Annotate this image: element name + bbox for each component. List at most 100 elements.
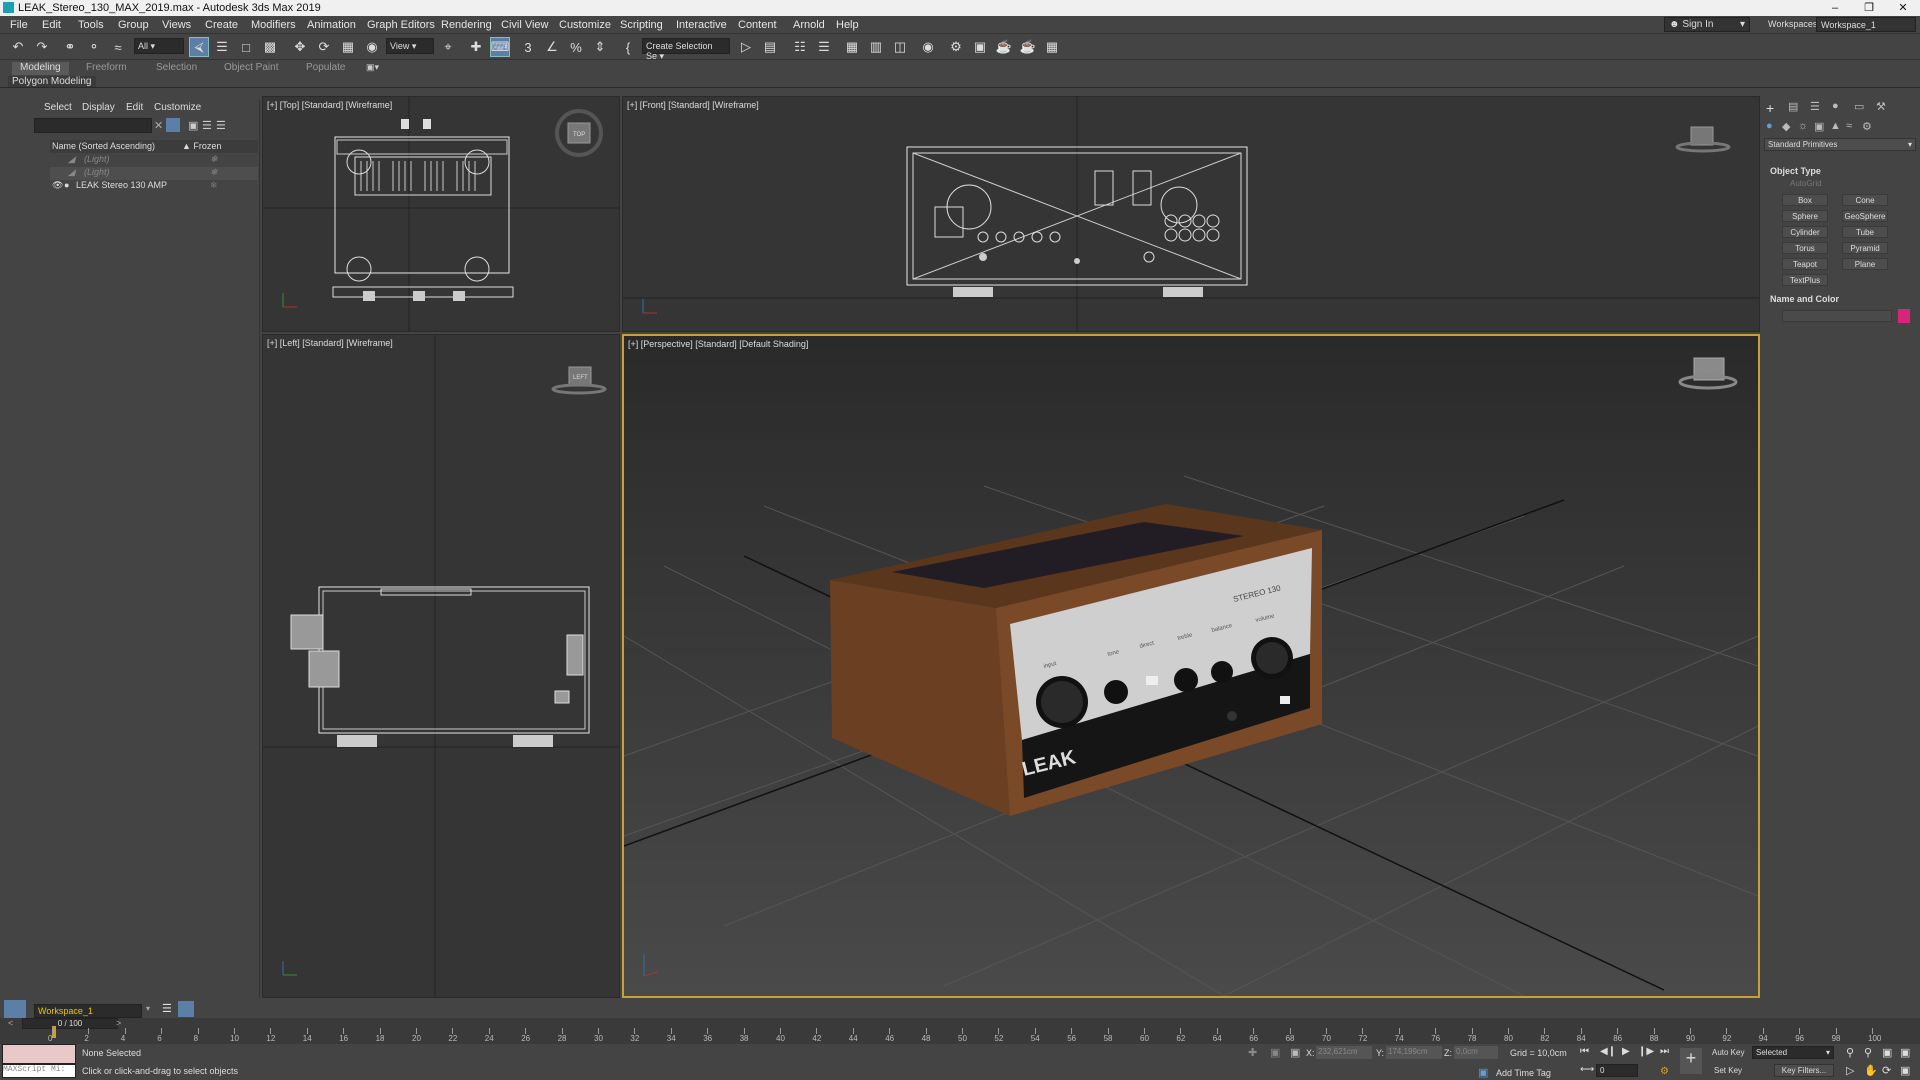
keyboard-shortcut-override-icon[interactable]: ⌨ <box>490 37 510 57</box>
link-icon[interactable]: ⚭ <box>60 37 80 57</box>
object-type-rollout[interactable]: Object Type <box>1770 166 1821 176</box>
undo-icon[interactable]: ↶ <box>8 37 28 57</box>
tube-button[interactable]: Tube <box>1842 226 1888 238</box>
pivot-center-icon[interactable]: ⌖ <box>438 37 458 57</box>
render-setup-icon[interactable]: ⚙ <box>946 37 966 57</box>
menu-civil-view[interactable]: Civil View <box>501 19 548 31</box>
viewport-perspective[interactable]: [+] [Perspective] [Standard] [Default Sh… <box>622 334 1760 998</box>
list-item[interactable]: ◢ (Light) ❄ <box>50 167 258 180</box>
frozen-icon[interactable]: ❄ <box>210 180 218 191</box>
geometry-category-icon[interactable]: ● <box>1766 120 1773 132</box>
key-filters-button[interactable]: Key Filters... <box>1774 1064 1834 1077</box>
time-configuration-icon[interactable]: ⚙ <box>1660 1066 1669 1077</box>
close-button[interactable]: ✕ <box>1886 0 1920 16</box>
menu-file[interactable]: File <box>10 19 28 31</box>
menu-rendering[interactable]: Rendering <box>441 19 492 31</box>
selection-lock-icon[interactable]: ▣ <box>1270 1046 1280 1059</box>
name-and-color-rollout[interactable]: Name and Color <box>1770 294 1839 304</box>
material-editor-icon[interactable]: ◉ <box>918 37 938 57</box>
spinner-snap-icon[interactable]: ⇕ <box>590 37 610 57</box>
set-key-mode-button[interactable]: Set Key <box>1714 1066 1742 1075</box>
zoom-extents-icon[interactable]: ▣ <box>1882 1046 1892 1059</box>
ribbon-tab-object-paint[interactable]: Object Paint <box>216 62 286 75</box>
play-icon[interactable]: ▶ <box>1622 1046 1630 1057</box>
selection-filter-dropdown[interactable]: All ▾ <box>134 38 184 54</box>
menu-content[interactable]: Content <box>738 19 777 31</box>
orbit-icon[interactable]: ⟳ <box>1882 1064 1891 1077</box>
next-frame-icon[interactable]: ❙▶ <box>1638 1046 1654 1057</box>
ribbon-options-icon[interactable]: ▣▾ <box>366 62 379 73</box>
frozen-icon[interactable]: ❄ <box>210 167 218 178</box>
utilities-tab-icon[interactable]: ⚒ <box>1876 100 1886 113</box>
go-to-end-icon[interactable]: ⏭ <box>1660 1046 1669 1057</box>
menu-graph-editors[interactable]: Graph Editors <box>367 19 435 31</box>
teapot-button[interactable]: Teapot <box>1782 258 1828 270</box>
pan-view-icon[interactable]: ✋ <box>1864 1064 1878 1077</box>
menu-tools[interactable]: Tools <box>78 19 104 31</box>
unlink-icon[interactable]: ⚬ <box>84 37 104 57</box>
torus-button[interactable]: Torus <box>1782 242 1828 254</box>
maxscript-listener[interactable] <box>2 1044 76 1064</box>
object-color-swatch[interactable] <box>1898 309 1910 323</box>
z-coordinate-field[interactable]: 0,0cm <box>1454 1046 1498 1059</box>
curve-editor-icon[interactable]: ▥ <box>866 37 886 57</box>
align-icon[interactable]: ▤ <box>760 37 780 57</box>
hierarchy-icon[interactable]: ☰ <box>202 119 212 132</box>
menu-scripting[interactable]: Scripting <box>620 19 663 31</box>
layer-sort-icon[interactable]: ☰ <box>216 119 226 132</box>
menu-animation[interactable]: Animation <box>307 19 356 31</box>
select-by-name-icon[interactable]: ☰ <box>212 37 232 57</box>
place-icon[interactable]: ◉ <box>362 37 382 57</box>
current-frame-field[interactable]: 0 <box>1596 1064 1638 1077</box>
arnold-render-icon[interactable]: ▦ <box>1042 37 1062 57</box>
lights-category-icon[interactable]: ☼ <box>1798 120 1808 132</box>
go-to-start-icon[interactable]: ⏮ <box>1580 1046 1589 1057</box>
filter-toggle-icon[interactable] <box>166 118 180 132</box>
scene-tab-customize[interactable]: Customize <box>154 102 201 113</box>
space-warps-category-icon[interactable]: ≈ <box>1846 120 1852 132</box>
maximize-viewport-icon[interactable]: ▣ <box>1900 1064 1910 1077</box>
cone-button[interactable]: Cone <box>1842 194 1888 206</box>
viewport-left[interactable]: [+] [Left] [Standard] [Wireframe] LEFT <box>262 334 620 998</box>
render-iterative-icon[interactable]: ☕ <box>1018 37 1038 57</box>
zoom-all-icon[interactable]: ⚲ <box>1864 1046 1872 1059</box>
visibility-eye-icon[interactable]: 👁 <box>52 180 63 191</box>
bind-space-warp-icon[interactable]: ≈ <box>108 37 128 57</box>
lock-icon[interactable]: ▣ <box>188 119 198 132</box>
mirror-icon[interactable]: ▷ <box>736 37 756 57</box>
pyramid-button[interactable]: Pyramid <box>1842 242 1888 254</box>
modify-tab-icon[interactable]: ▤ <box>1788 100 1798 113</box>
viewport-layout-icon[interactable] <box>4 1000 26 1020</box>
shapes-category-icon[interactable]: ◆ <box>1782 120 1790 133</box>
cameras-category-icon[interactable]: ▣ <box>1814 120 1824 133</box>
menu-edit[interactable]: Edit <box>42 19 61 31</box>
edit-named-selection-icon[interactable]: { <box>618 37 638 57</box>
scene-explorer-layout-icon[interactable] <box>178 1001 194 1017</box>
rotate-icon[interactable]: ⟳ <box>314 37 334 57</box>
previous-frame-icon[interactable]: ◀❙ <box>1600 1046 1616 1057</box>
workspace-dropdown[interactable]: Workspace_1 <box>1816 17 1916 32</box>
move-icon[interactable]: ✥ <box>290 37 310 57</box>
render-icon[interactable]: ☕ <box>994 37 1014 57</box>
x-coordinate-field[interactable]: 232,621cm <box>1316 1046 1372 1059</box>
isolate-selection-icon[interactable]: ✚ <box>1248 1046 1257 1059</box>
display-tab-icon[interactable]: ▭ <box>1854 100 1864 113</box>
textplus-button[interactable]: TextPlus <box>1782 274 1828 286</box>
window-crossing-icon[interactable]: ▩ <box>260 37 280 57</box>
ribbon-subpanel-polygon-modeling[interactable]: Polygon Modeling <box>8 76 96 87</box>
geosphere-button[interactable]: GeoSphere <box>1842 210 1888 222</box>
autogrid-checkbox[interactable]: AutoGrid <box>1790 179 1822 188</box>
chevron-down-icon[interactable]: ▾ <box>146 1004 150 1013</box>
named-selection-set-dropdown[interactable]: Create Selection Se ▾ <box>642 38 730 61</box>
maximize-button[interactable]: ❐ <box>1852 0 1886 16</box>
plane-button[interactable]: Plane <box>1842 258 1888 270</box>
menu-views[interactable]: Views <box>162 19 191 31</box>
rendered-frame-window-icon[interactable]: ▣ <box>970 37 990 57</box>
menu-arnold[interactable]: Arnold <box>793 19 825 31</box>
motion-tab-icon[interactable]: ● <box>1832 100 1839 112</box>
primitive-type-dropdown[interactable]: Standard Primitives ▾ <box>1764 138 1916 151</box>
rectangular-selection-icon[interactable]: □ <box>236 37 256 57</box>
sphere-button[interactable]: Sphere <box>1782 210 1828 222</box>
viewport-top[interactable]: [+] [Top] [Standard] [Wireframe] TOP <box>262 96 620 332</box>
scene-tab-edit[interactable]: Edit <box>126 102 143 113</box>
